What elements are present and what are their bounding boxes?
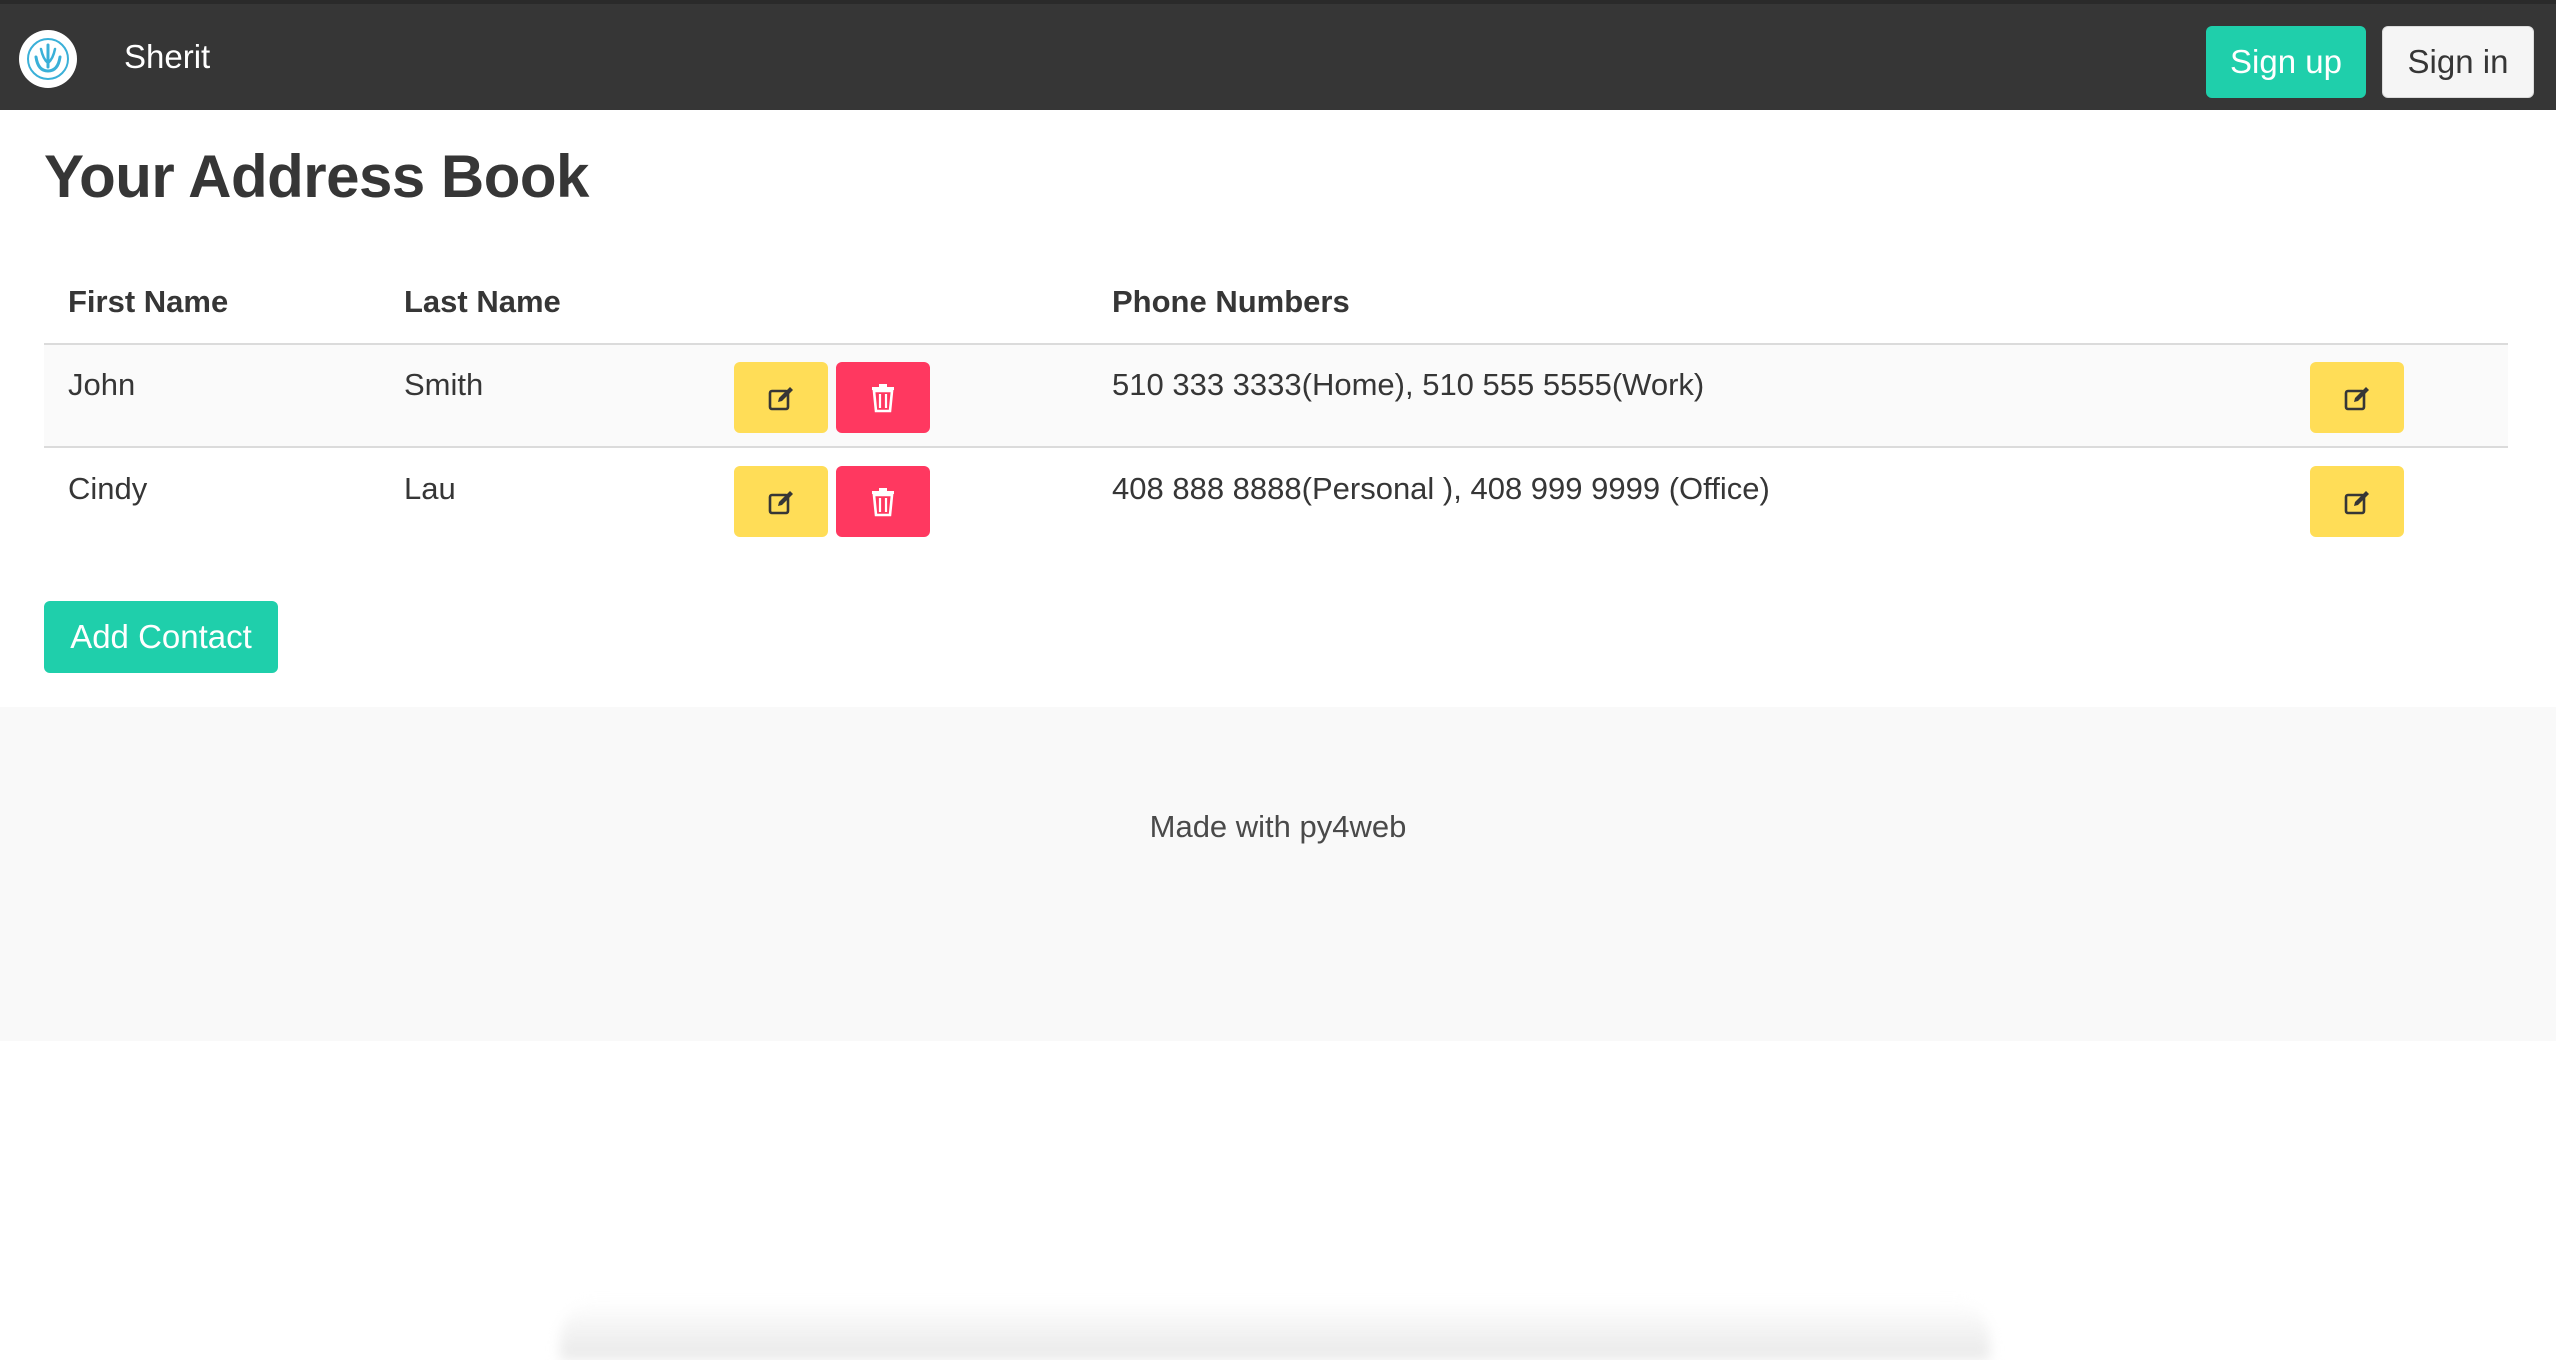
table-row: Cindy Lau 408 888 8888(Personal ), 408 9…	[44, 449, 2508, 554]
navbar: Sherit Sign up Sign in	[0, 0, 2556, 110]
header-phone-numbers: Phone Numbers	[1112, 284, 1350, 319]
edit-icon	[768, 386, 793, 410]
sherit-logo-icon[interactable]	[19, 30, 77, 88]
delete-contact-button[interactable]	[836, 466, 930, 537]
last-name-cell: Lau	[404, 471, 456, 506]
bottom-shadow	[560, 1300, 1990, 1360]
phone-numbers-cell: 510 333 3333(Home), 510 555 5555(Work)	[1112, 367, 1705, 402]
footer-text: Made with py4web	[1149, 809, 1407, 844]
edit-contact-button[interactable]	[734, 362, 828, 433]
trash-icon	[872, 487, 894, 516]
edit-phones-button[interactable]	[2310, 362, 2404, 433]
phone-numbers-cell: 408 888 8888(Personal ), 408 999 9999 (O…	[1112, 471, 1770, 506]
edit-icon	[768, 490, 793, 514]
edit-icon	[2344, 490, 2369, 514]
table-row: John Smith 510 333 3333(Home), 510 555 5…	[44, 343, 2508, 448]
last-name-cell: Smith	[404, 367, 484, 402]
header-first-name: First Name	[68, 284, 229, 319]
edit-icon	[2344, 386, 2369, 410]
edit-contact-button[interactable]	[734, 466, 828, 537]
add-contact-button[interactable]: Add Contact	[44, 601, 278, 673]
trash-icon	[872, 383, 894, 412]
sign-in-button[interactable]: Sign in	[2382, 26, 2534, 98]
footer: Made with py4web	[0, 707, 2556, 1041]
first-name-cell: Cindy	[68, 471, 148, 506]
sign-up-button[interactable]: Sign up	[2206, 26, 2366, 98]
brand-name[interactable]: Sherit	[124, 38, 210, 76]
delete-contact-button[interactable]	[836, 362, 930, 433]
header-last-name: Last Name	[404, 284, 561, 319]
edit-phones-button[interactable]	[2310, 466, 2404, 537]
page-title: Your Address Book	[44, 143, 589, 210]
first-name-cell: John	[68, 367, 136, 402]
